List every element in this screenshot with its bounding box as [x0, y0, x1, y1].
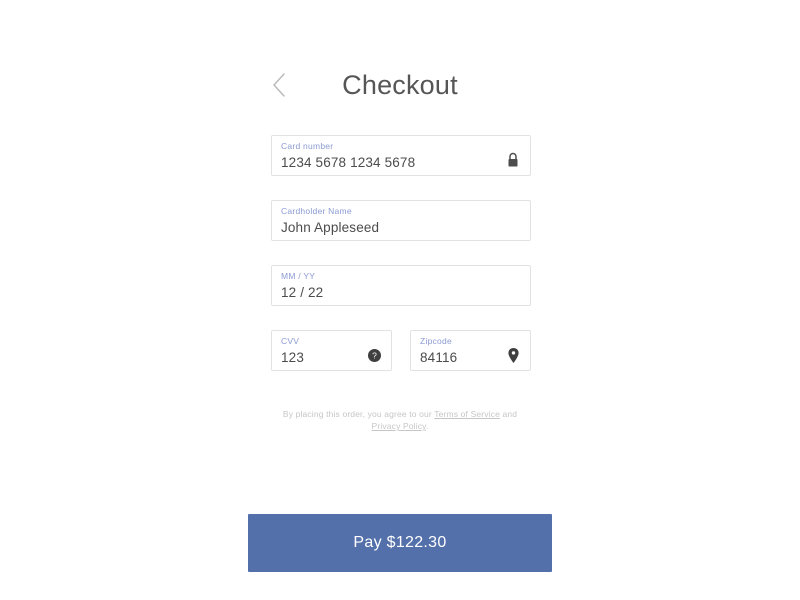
terms-prefix: By placing this order, you agree to our [282, 409, 435, 419]
terms-conjunction: and [499, 409, 518, 419]
expiry-date-field[interactable]: MM / YY 12 / 22 [271, 265, 531, 306]
cardholder-name-label: Cardholder Name [281, 206, 352, 216]
cvv-zipcode-row: CVV 123 ? Zipcode 84116 [271, 330, 531, 371]
cvv-label: CVV [281, 336, 300, 346]
card-number-label: Card number [281, 141, 334, 151]
map-pin-icon [505, 347, 521, 363]
expiry-date-input[interactable]: 12 / 22 [281, 283, 520, 303]
zipcode-label: Zipcode [420, 336, 452, 346]
terms-disclaimer: By placing this order, you agree to our … [280, 408, 520, 432]
terms-suffix: . [425, 421, 429, 431]
terms-of-service-link[interactable]: Terms of Service [434, 409, 500, 419]
privacy-policy-link[interactable]: Privacy Policy [372, 421, 426, 431]
cardholder-name-input[interactable]: John Appleseed [281, 218, 520, 238]
card-number-input[interactable]: 1234 5678 1234 5678 [281, 153, 520, 173]
svg-text:?: ? [372, 350, 377, 360]
cardholder-name-field[interactable]: Cardholder Name John Appleseed [271, 200, 531, 241]
cvv-field[interactable]: CVV 123 ? [271, 330, 392, 371]
expiry-date-label: MM / YY [281, 271, 316, 281]
checkout-form: Card number 1234 5678 1234 5678 Cardhold… [271, 135, 531, 371]
page-title: Checkout [342, 70, 458, 100]
lock-icon [505, 152, 521, 168]
pay-button[interactable]: Pay $122.30 [248, 514, 552, 572]
zipcode-field[interactable]: Zipcode 84116 [410, 330, 531, 371]
card-number-field[interactable]: Card number 1234 5678 1234 5678 [271, 135, 531, 176]
help-circle-icon[interactable]: ? [366, 347, 382, 363]
